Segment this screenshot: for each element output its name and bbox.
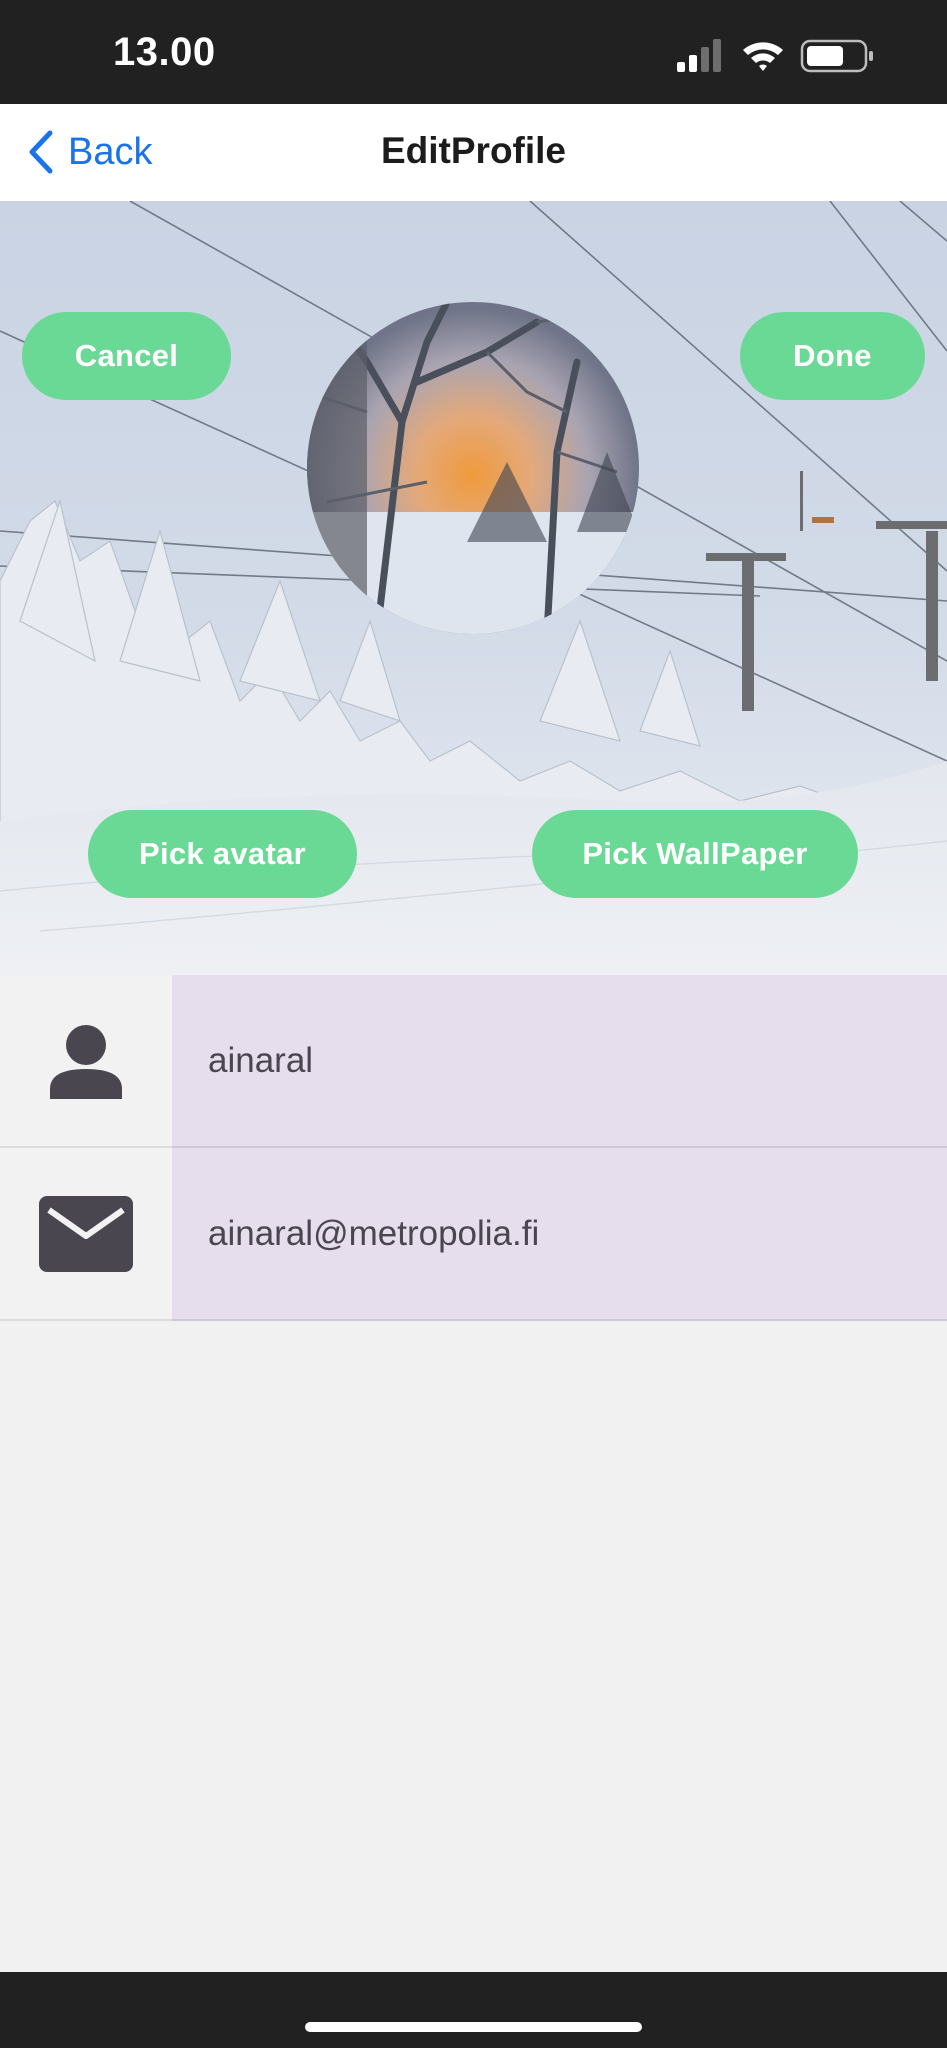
profile-header: Cancel Done Pick avatar Pick WallPaper <box>0 201 947 975</box>
home-bar <box>0 1972 947 2048</box>
battery-icon <box>800 39 873 73</box>
username-row <box>0 975 947 1148</box>
envelope-icon <box>39 1195 133 1272</box>
status-icons <box>677 39 873 73</box>
email-field[interactable] <box>172 1148 947 1321</box>
status-time: 13.00 <box>113 30 216 74</box>
home-indicator[interactable] <box>305 2022 642 2032</box>
username-field[interactable] <box>172 975 947 1148</box>
pick-avatar-button[interactable]: Pick avatar <box>88 810 357 898</box>
cancel-button[interactable]: Cancel <box>22 312 231 400</box>
cellular-signal-icon <box>677 39 721 72</box>
username-icon-cell <box>0 975 172 1148</box>
avatar[interactable] <box>307 302 639 634</box>
navigation-bar: Back EditProfile <box>0 104 947 202</box>
person-icon <box>50 1024 122 1099</box>
status-bar: 13.00 <box>0 0 947 104</box>
pick-wallpaper-button[interactable]: Pick WallPaper <box>532 810 858 898</box>
avatar-image <box>307 302 639 634</box>
email-icon-cell <box>0 1148 172 1321</box>
email-row <box>0 1148 947 1321</box>
wifi-icon <box>743 42 783 71</box>
done-button[interactable]: Done <box>740 312 925 400</box>
page-title: EditProfile <box>380 130 567 171</box>
